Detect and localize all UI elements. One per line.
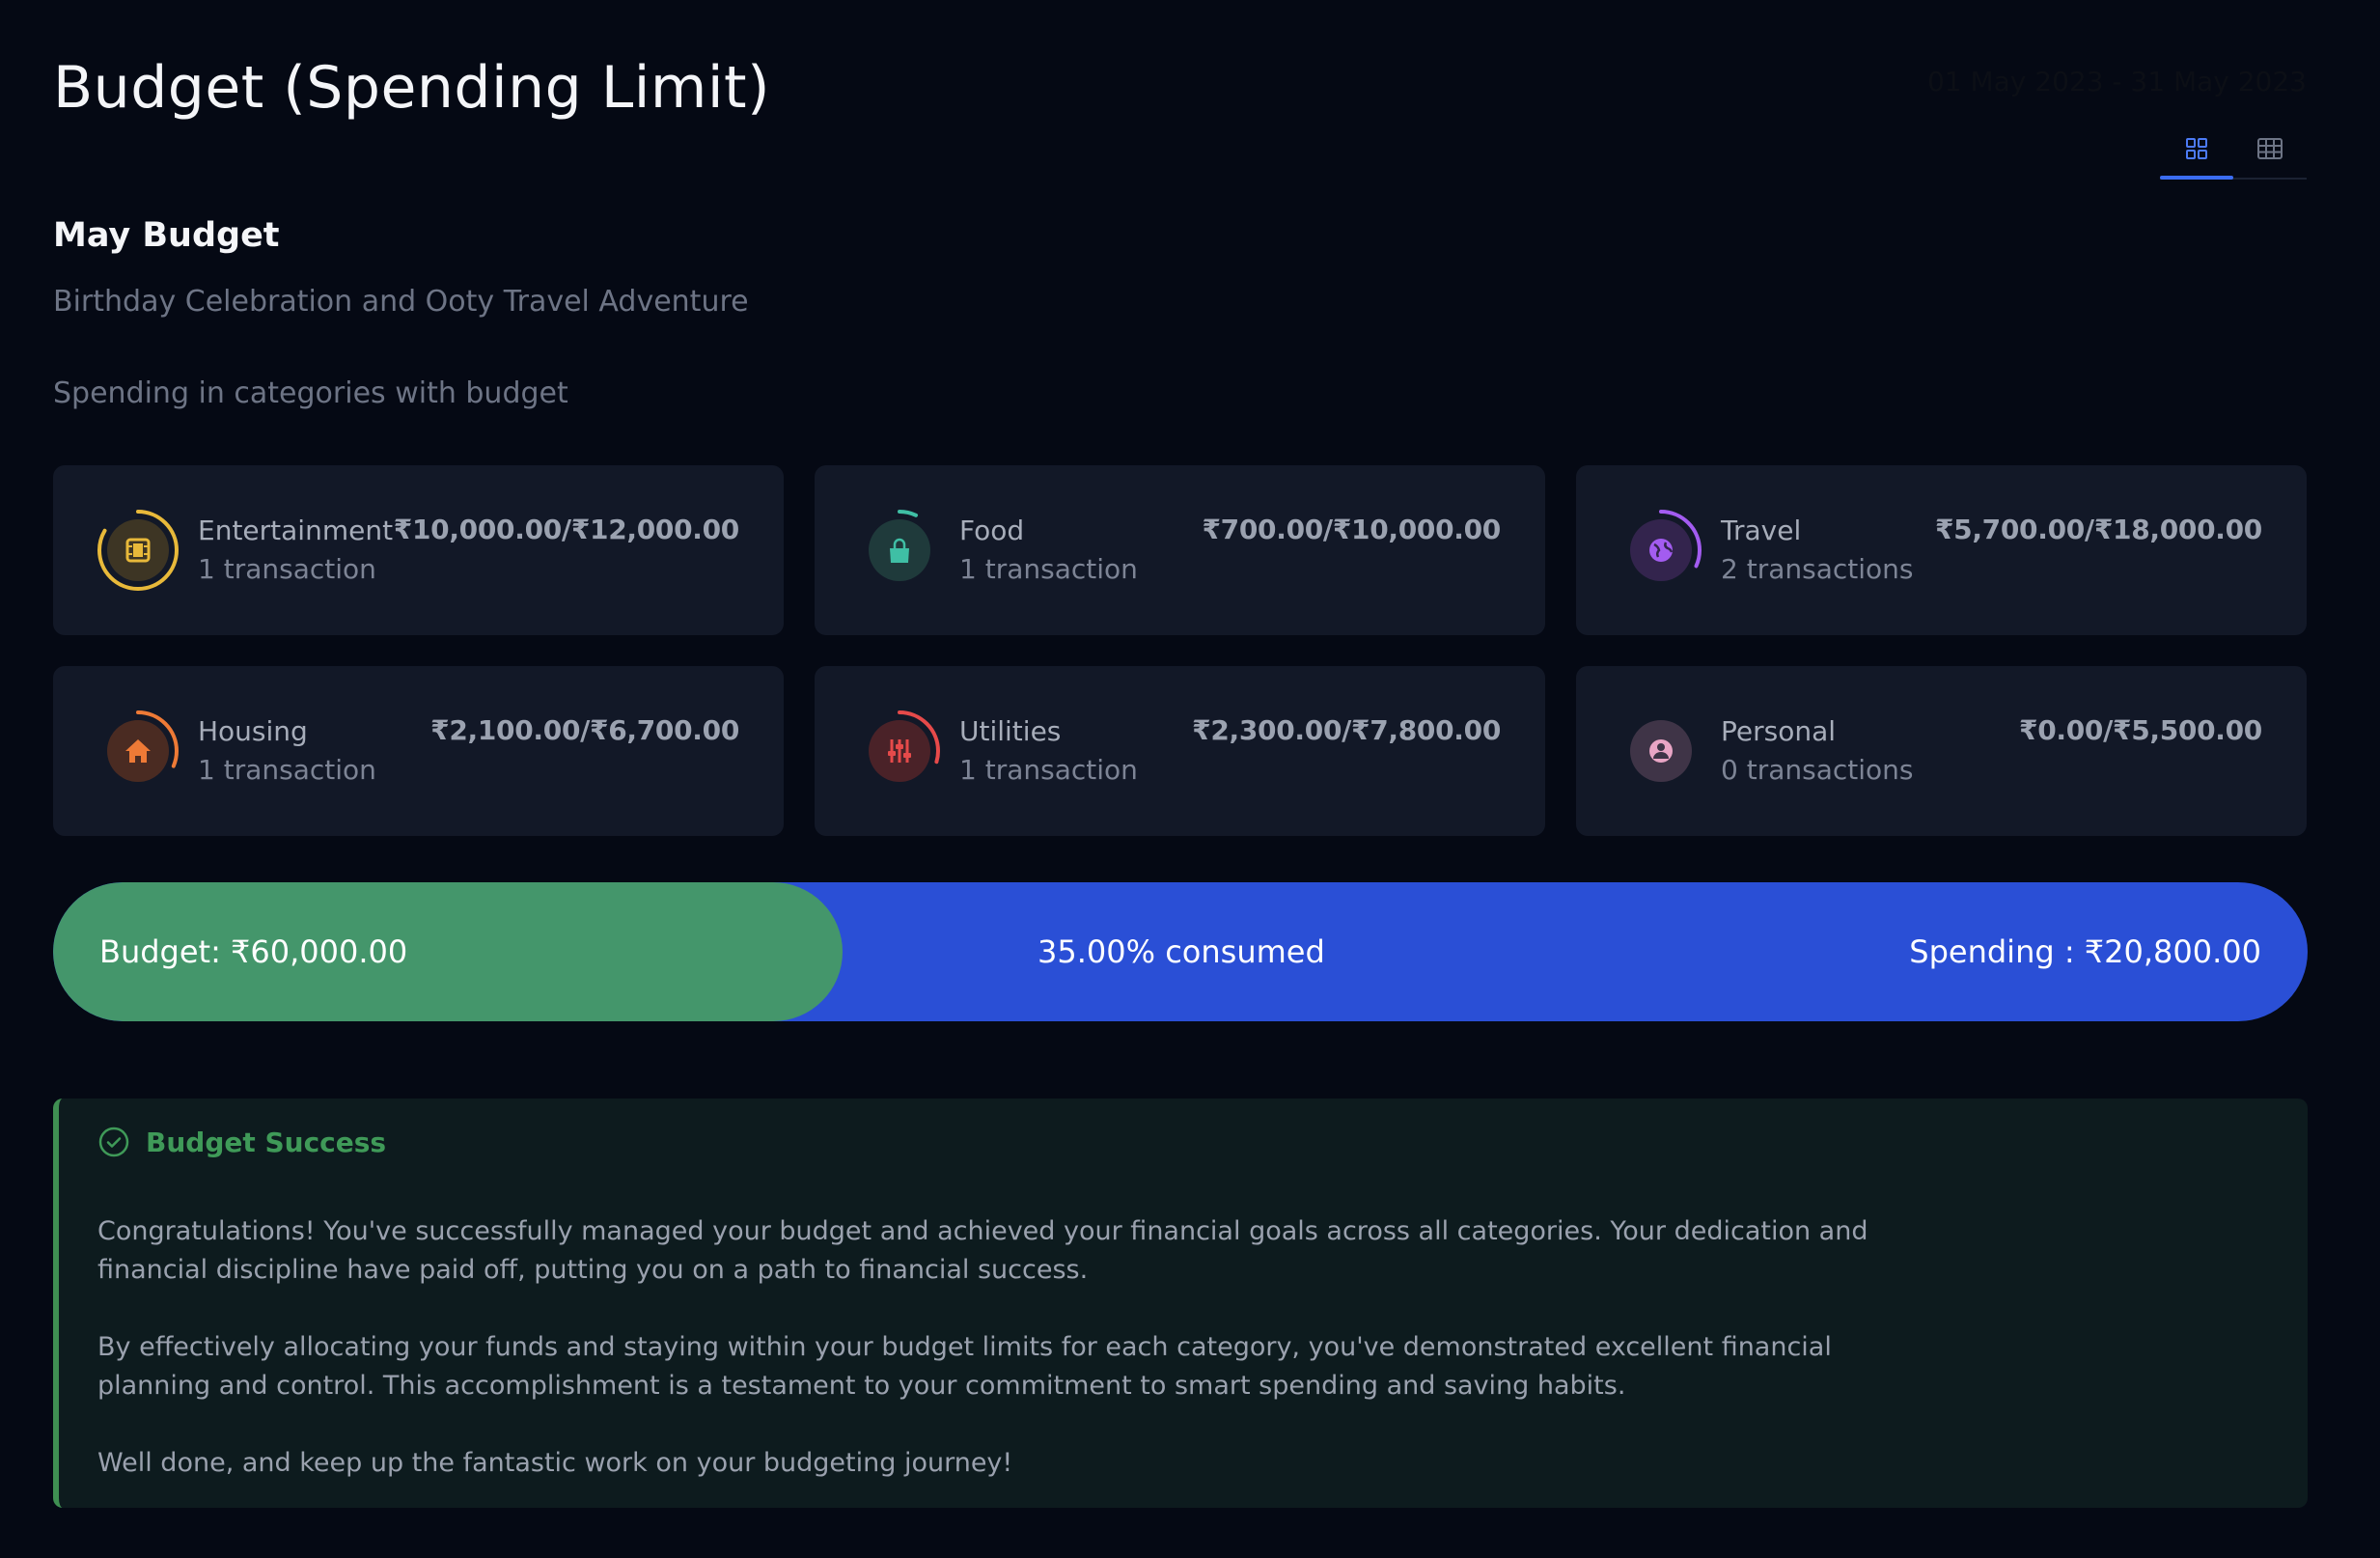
alert-header: Budget Success: [97, 1126, 386, 1158]
category-name: Travel: [1721, 515, 1802, 546]
category-name: Personal: [1721, 715, 1837, 747]
grid-view-icon: [2186, 138, 2207, 159]
category-name: Utilities: [959, 715, 1062, 747]
date-range: 01 May 2023 - 31 May 2023: [1926, 66, 2307, 97]
table-view-button[interactable]: [2233, 120, 2307, 178]
check-circle-icon: [98, 1127, 129, 1157]
budget-progress-bar: Budget: ₹60,000.00 35.00% consumed Spend…: [53, 882, 2308, 1021]
progress-ring: [857, 709, 942, 793]
table-view-icon: [2257, 138, 2283, 159]
category-card-utilities[interactable]: Utilities 1 transaction ₹2,300.00/₹7,800…: [815, 666, 1545, 836]
page-title: Budget (Spending Limit): [53, 54, 770, 122]
category-name: Entertainment: [198, 515, 394, 546]
alert-title: Budget Success: [146, 1126, 387, 1158]
progress-ring: [96, 709, 180, 793]
category-amount: ₹10,000.00/₹12,000.00: [393, 514, 740, 545]
budget-success-alert: Budget Success Congratulations! You've s…: [53, 1099, 2308, 1508]
category-name: Housing: [198, 715, 308, 747]
category-amount: ₹0.00/₹5,500.00: [2019, 714, 2262, 746]
progress-ring: [1619, 709, 1703, 793]
transaction-count: 0 transactions: [1721, 754, 1914, 786]
category-amount: ₹5,700.00/₹18,000.00: [1934, 514, 2262, 545]
grid-view-button[interactable]: [2160, 120, 2233, 180]
category-amount: ₹700.00/₹10,000.00: [1202, 514, 1502, 545]
transaction-count: 1 transaction: [959, 754, 1138, 786]
sliders-icon: [888, 739, 911, 763]
category-card-personal[interactable]: Personal 0 transactions ₹0.00/₹5,500.00: [1576, 666, 2307, 836]
section-label: Spending in categories with budget: [53, 376, 568, 410]
spending-label: Spending : ₹20,800.00: [1909, 933, 2261, 970]
budget-description: Birthday Celebration and Ooty Travel Adv…: [53, 285, 749, 319]
user-icon: [1649, 739, 1673, 763]
alert-paragraph: Well done, and keep up the fantastic wor…: [97, 1448, 1013, 1478]
progress-ring: [1619, 508, 1703, 593]
budget-name: May Budget: [53, 216, 280, 255]
alert-paragraph: By effectively allocating your funds and…: [97, 1332, 1832, 1401]
alert-paragraph: Congratulations! You've successfully man…: [97, 1216, 1868, 1285]
transaction-count: 1 transaction: [198, 754, 376, 786]
transaction-count: 1 transaction: [959, 553, 1138, 585]
budget-total-label: Budget: ₹60,000.00: [99, 933, 408, 970]
category-amount: ₹2,300.00/₹7,800.00: [1192, 714, 1501, 746]
consumed-label: 35.00% consumed: [1038, 933, 1325, 970]
alert-body: Congratulations! You've successfully man…: [97, 1212, 1931, 1521]
category-card-food[interactable]: Food 1 transaction ₹700.00/₹10,000.00: [815, 465, 1545, 635]
budget-page: Budget (Spending Limit) 01 May 2023 - 31…: [0, 0, 2380, 1558]
transaction-count: 2 transactions: [1721, 553, 1914, 585]
category-cards: Entertainment 1 transaction ₹10,000.00/₹…: [53, 465, 2308, 836]
view-toggle: [2160, 120, 2307, 180]
globe-icon: [1649, 539, 1674, 562]
progress-ring: [96, 508, 180, 593]
category-card-travel[interactable]: Travel 2 transactions ₹5,700.00/₹18,000.…: [1576, 465, 2307, 635]
category-card-housing[interactable]: Housing 1 transaction ₹2,100.00/₹6,700.0…: [53, 666, 784, 836]
category-card-entertainment[interactable]: Entertainment 1 transaction ₹10,000.00/₹…: [53, 465, 784, 635]
progress-ring: [857, 508, 942, 593]
category-amount: ₹2,100.00/₹6,700.00: [430, 714, 739, 746]
transaction-count: 1 transaction: [198, 553, 376, 585]
category-name: Food: [959, 515, 1025, 546]
